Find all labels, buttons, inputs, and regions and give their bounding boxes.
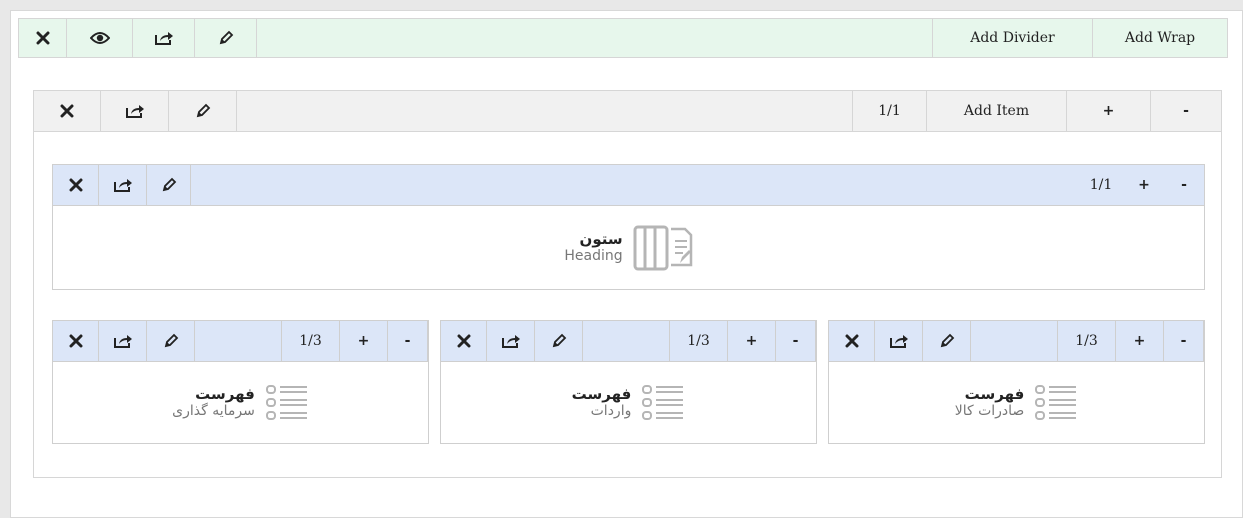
pencil-icon xyxy=(196,103,210,118)
list-remove-button[interactable] xyxy=(829,321,875,361)
list-plus-button[interactable]: + xyxy=(728,321,776,361)
list-export-button[interactable] xyxy=(487,321,535,361)
list-name: فهرست xyxy=(571,385,632,404)
list-labels: فهرست واردات xyxy=(572,385,632,420)
list-content: فهرست صادرات کالا xyxy=(829,362,1204,443)
list-sub: سرمایه گذاری xyxy=(172,403,255,420)
close-icon xyxy=(60,104,74,118)
list-edit-button[interactable] xyxy=(535,321,583,361)
panel-remove-button[interactable] xyxy=(34,91,101,131)
close-icon xyxy=(69,178,82,192)
list-export-button[interactable] xyxy=(875,321,923,361)
list-edit-button[interactable] xyxy=(923,321,971,361)
list-box-toolbar: 1/3 + - xyxy=(53,321,428,362)
list-plus-button[interactable]: + xyxy=(1116,321,1164,361)
list-remove-button[interactable] xyxy=(53,321,99,361)
close-icon xyxy=(69,334,82,348)
heading-box-toolbar: 1/1 + - xyxy=(53,165,1204,206)
close-icon xyxy=(36,31,49,45)
share-icon xyxy=(113,179,132,192)
list-remove-button[interactable] xyxy=(441,321,487,361)
list-box-toolbar: 1/3 + - xyxy=(829,321,1204,362)
heading-edit-button[interactable] xyxy=(147,165,191,205)
panel-minus-button[interactable]: - xyxy=(1151,91,1221,131)
list-minus-button[interactable]: - xyxy=(1164,321,1204,361)
pencil-icon xyxy=(940,333,954,348)
preview-button[interactable] xyxy=(67,19,133,57)
list-content: فهرست واردات xyxy=(441,362,816,443)
pencil-icon xyxy=(162,177,176,192)
list-name: فهرست xyxy=(195,385,255,404)
heading-export-button[interactable] xyxy=(99,165,147,205)
panel-toolbar: 1/1 Add Item + - xyxy=(33,90,1222,132)
eye-icon xyxy=(89,32,110,44)
add-item-button[interactable]: Add Item xyxy=(927,91,1067,131)
panel-export-button[interactable] xyxy=(101,91,169,131)
heading-minus-button[interactable]: - xyxy=(1164,165,1204,205)
list-box-3: 1/3 + - فهرست صادرات کالا xyxy=(828,320,1205,444)
pencil-icon xyxy=(552,333,566,348)
heading-labels: ستون Heading xyxy=(564,230,622,265)
panel-toolbar-spacer xyxy=(237,91,853,131)
add-wrap-button[interactable]: Add Wrap xyxy=(1093,19,1227,57)
heading-name: ستون xyxy=(579,230,623,249)
heading-remove-button[interactable] xyxy=(53,165,99,205)
heading-toolbar-spacer xyxy=(191,165,1078,205)
heading-box: 1/1 + - ستون Heading xyxy=(52,164,1205,290)
share-icon xyxy=(501,335,520,348)
list-box-1: 1/3 + - فهرست سرمایه گذاری xyxy=(52,320,429,444)
list-minus-button[interactable]: - xyxy=(776,321,816,361)
list-box-toolbar: 1/3 + - xyxy=(441,321,816,362)
list-minus-button[interactable]: - xyxy=(388,321,428,361)
heading-plus-button[interactable]: + xyxy=(1124,165,1164,205)
share-icon xyxy=(113,335,132,348)
pencil-icon xyxy=(164,333,178,348)
list-export-button[interactable] xyxy=(99,321,147,361)
heading-count: 1/1 xyxy=(1089,177,1113,193)
list-name: فهرست xyxy=(964,385,1025,404)
panel-edit-button[interactable] xyxy=(169,91,237,131)
list-plus-button[interactable]: + xyxy=(340,321,388,361)
top-toolbar: Add Divider Add Wrap xyxy=(18,18,1228,58)
close-icon xyxy=(845,334,858,348)
close-icon xyxy=(457,334,470,348)
list-content: فهرست سرمایه گذاری xyxy=(53,362,428,443)
column-layout-icon xyxy=(633,225,692,270)
share-icon xyxy=(154,32,173,45)
list-toolbar-spacer xyxy=(195,321,282,361)
panel-plus-button[interactable]: + xyxy=(1067,91,1151,131)
edit-button[interactable] xyxy=(195,19,257,57)
list-edit-button[interactable] xyxy=(147,321,195,361)
list-sub: صادرات کالا xyxy=(954,403,1025,420)
list-labels: فهرست صادرات کالا xyxy=(955,385,1025,420)
heading-content: ستون Heading xyxy=(53,206,1204,289)
share-icon xyxy=(125,105,144,118)
pencil-icon xyxy=(219,30,233,45)
list-box-2: 1/3 + - فهرست واردات xyxy=(440,320,817,444)
list-count: 1/3 xyxy=(1058,321,1116,361)
add-divider-button[interactable]: Add Divider xyxy=(933,19,1093,57)
list-icon xyxy=(1035,384,1077,420)
toolbar-spacer xyxy=(257,19,933,57)
list-labels: فهرست سرمایه گذاری xyxy=(172,385,255,420)
list-toolbar-spacer xyxy=(971,321,1058,361)
share-icon xyxy=(889,335,908,348)
remove-button[interactable] xyxy=(19,19,67,57)
list-toolbar-spacer xyxy=(583,321,670,361)
heading-sub: Heading xyxy=(564,248,623,265)
list-count: 1/3 xyxy=(670,321,728,361)
list-icon xyxy=(642,384,684,420)
panel-count: 1/1 xyxy=(853,91,927,131)
list-icon xyxy=(265,384,307,420)
export-button[interactable] xyxy=(133,19,195,57)
list-count: 1/3 xyxy=(282,321,340,361)
list-sub: واردات xyxy=(590,403,632,420)
